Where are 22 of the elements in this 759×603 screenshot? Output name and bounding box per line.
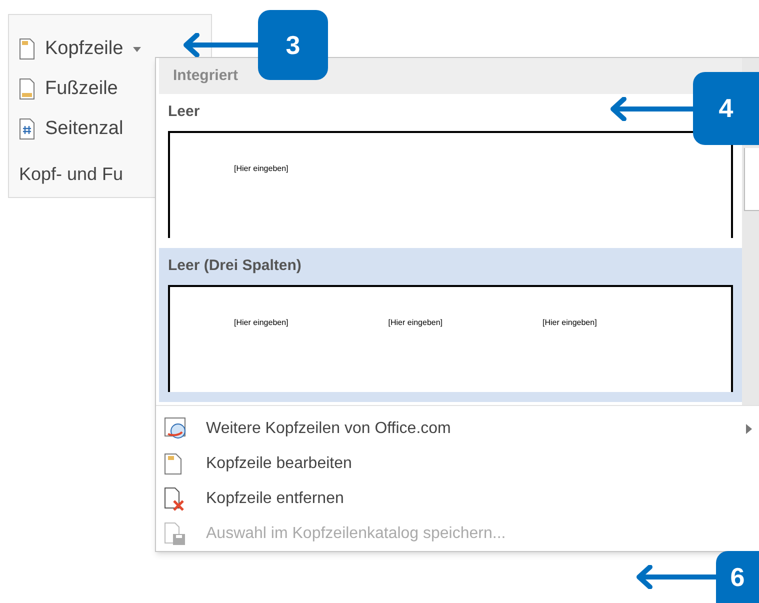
caret-icon: [133, 46, 142, 52]
menu-item[interactable]: Kopfzeile entfernen: [156, 481, 759, 516]
menu-item[interactable]: Weitere Kopfzeilen von Office.com: [156, 411, 759, 446]
page-remove-icon: [164, 486, 186, 510]
placeholder-text: [Hier eingeben]: [234, 162, 288, 174]
placeholder-text: [Hier eingeben]: [542, 316, 597, 328]
placeholder-text: [Hier eingeben]: [234, 316, 288, 328]
submenu-arrow-icon: [746, 424, 752, 434]
scrollbar-thumb[interactable]: [744, 148, 759, 211]
callout-badge: 6: [716, 551, 759, 603]
page-icon: [19, 38, 35, 60]
placeholder-text: [Hier eingeben]: [388, 316, 443, 328]
page-icon: [164, 452, 182, 474]
page-icon: [19, 78, 35, 100]
group-label: Kopf- und Fu: [19, 163, 124, 186]
callout-badge: 4: [693, 72, 759, 145]
callout-badge: 3: [258, 10, 328, 80]
menu-item[interactable]: Kopfzeile bearbeiten: [156, 446, 759, 481]
page-number-icon: [19, 118, 35, 140]
globe-page-icon: [164, 416, 188, 440]
page-save-icon: [164, 522, 186, 546]
gallery-item[interactable]: Leer (Drei Spalten) [Hier eingeben] [Hier eingeben] [Hier eingeben]: [159, 248, 742, 402]
